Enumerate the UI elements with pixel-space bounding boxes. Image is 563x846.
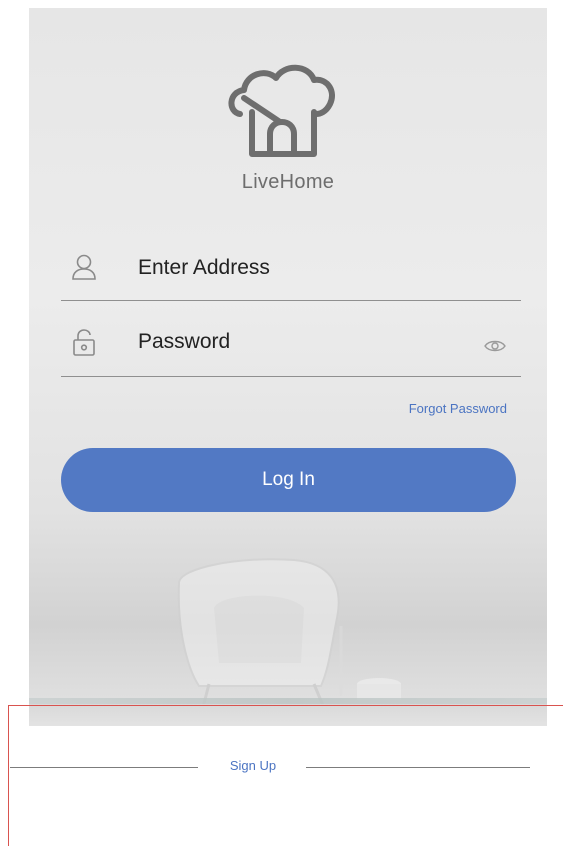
eye-icon[interactable] bbox=[484, 338, 506, 354]
divider-left bbox=[10, 767, 198, 768]
floor-surface bbox=[29, 704, 547, 726]
password-input[interactable] bbox=[138, 328, 468, 356]
house-cloud-logo-icon bbox=[228, 64, 335, 157]
user-icon bbox=[72, 254, 96, 280]
login-screen: LiveHome Forgot Password Log bbox=[29, 8, 547, 726]
signup-row: Sign Up bbox=[10, 758, 530, 778]
app-name: LiveHome bbox=[241, 171, 335, 193]
forgot-password-link[interactable]: Forgot Password bbox=[409, 401, 507, 416]
side-table-illustration bbox=[339, 626, 401, 700]
lock-icon bbox=[73, 329, 95, 356]
login-button[interactable]: Log In bbox=[61, 448, 516, 512]
address-input[interactable] bbox=[138, 254, 468, 282]
annotation-line-vertical bbox=[8, 705, 9, 846]
divider-right bbox=[306, 767, 530, 768]
signup-link[interactable]: Sign Up bbox=[208, 758, 298, 773]
password-field bbox=[61, 308, 521, 377]
address-field bbox=[61, 240, 521, 301]
annotation-line-horizontal bbox=[8, 705, 563, 706]
